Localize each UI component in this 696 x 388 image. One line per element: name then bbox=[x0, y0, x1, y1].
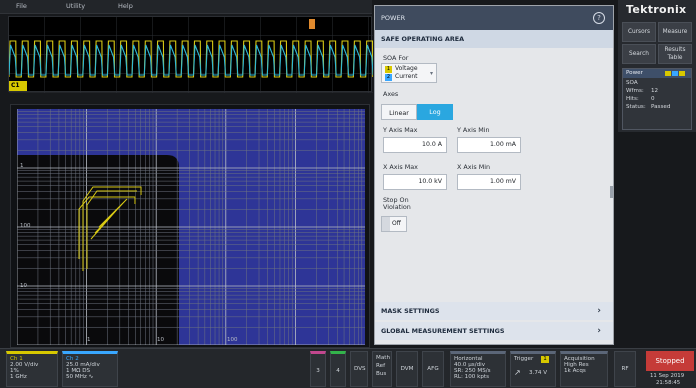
chevron-down-icon: ▾ bbox=[430, 70, 434, 77]
ch2-bandwidth: 50 MHz ∿ bbox=[66, 374, 94, 380]
trigger-source-badge: 1 bbox=[541, 356, 549, 363]
panel-header: POWER ? bbox=[375, 6, 613, 30]
channel-1-badge[interactable]: Ch 1 2.00 V/div 1% 1 GHz bbox=[6, 351, 58, 387]
stop-on-violation-value: Off bbox=[392, 220, 401, 227]
stop-on-violation-label: Stop On Violation bbox=[383, 196, 411, 211]
badge-status-label: Status: bbox=[626, 104, 646, 110]
badge-hits-label: Hits: bbox=[626, 96, 639, 102]
search-button[interactable]: Search bbox=[622, 44, 656, 64]
scope-screen: File Utility Help C1 1 100 10 1 10 100 P… bbox=[0, 0, 696, 388]
trigger-position-marker[interactable] bbox=[309, 19, 315, 29]
axes-linear-button[interactable]: Linear bbox=[381, 104, 417, 120]
brand-logo: Tektronix bbox=[626, 3, 687, 16]
channel-1-marker[interactable]: C1 bbox=[9, 81, 27, 91]
global-settings-row[interactable]: GLOBAL MEASUREMENT SETTINGS › bbox=[375, 322, 613, 340]
badge-hits-value: 0 bbox=[651, 96, 655, 102]
x-axis-min-label: X Axis Min bbox=[457, 163, 491, 171]
waveform-view[interactable]: C1 bbox=[8, 16, 374, 93]
channel-4-button[interactable]: 4 bbox=[330, 351, 346, 387]
help-circle-icon[interactable]: ? bbox=[593, 12, 605, 24]
soa-plot[interactable]: 1 100 10 1 10 100 bbox=[16, 109, 365, 346]
measure-button[interactable]: Measure bbox=[658, 22, 692, 42]
soa-plot-frame: 1 100 10 1 10 100 bbox=[10, 104, 370, 348]
channel-2-badge[interactable]: Ch 2 25.0 mA/div 1 MΩ DS 50 MHz ∿ bbox=[62, 351, 118, 387]
horizontal-record-length: RL: 100 kpts bbox=[454, 374, 490, 380]
rf-button[interactable]: RF bbox=[614, 351, 636, 387]
menubar: File Utility Help bbox=[0, 0, 372, 14]
channel-3-button[interactable]: 3 bbox=[310, 351, 326, 387]
y-axis-max-label: Y Axis Max bbox=[383, 126, 418, 134]
badge-status-value: Passed bbox=[651, 104, 671, 110]
rising-edge-icon: ↗ bbox=[514, 368, 521, 377]
mask-settings-label: MASK SETTINGS bbox=[381, 307, 440, 315]
panel-scroll-handle[interactable] bbox=[610, 186, 613, 198]
menu-file[interactable]: File bbox=[16, 2, 27, 10]
badge-wfms-value: 12 bbox=[651, 88, 659, 94]
right-column: Tektronix Cursors Measure Search Results… bbox=[618, 0, 696, 132]
add-math-ref-bus-button[interactable]: Math Ref Bus bbox=[372, 351, 392, 387]
x-tick-label: 10 bbox=[157, 337, 164, 343]
math-label: Math bbox=[376, 355, 390, 361]
dvs-button[interactable]: DVS bbox=[350, 351, 368, 387]
menu-utility[interactable]: Utility bbox=[66, 2, 85, 10]
ref-label: Ref bbox=[376, 363, 386, 369]
power-soa-panel: POWER ? SAFE OPERATING AREA SOA For 1 Vo… bbox=[374, 5, 614, 345]
soa-for-label: SOA For bbox=[383, 54, 409, 62]
x-tick-label: 1 bbox=[87, 337, 91, 343]
axes-label: Axes bbox=[383, 90, 399, 98]
badge-soa: SOA bbox=[626, 80, 638, 86]
x-axis-max-label: X Axis Max bbox=[383, 163, 418, 171]
x-axis-min-input[interactable]: 1.00 mV bbox=[457, 174, 521, 190]
y-axis-max-input[interactable]: 10.0 A bbox=[383, 137, 447, 153]
y-axis-min-input[interactable]: 1.00 mA bbox=[457, 137, 521, 153]
panel-title: POWER bbox=[381, 14, 406, 22]
ch1-bandwidth: 1 GHz bbox=[10, 374, 27, 380]
y-tick-label: 1 bbox=[20, 163, 24, 169]
badge-wfms-label: Wfms: bbox=[626, 88, 644, 94]
dvm-button[interactable]: DVM bbox=[396, 351, 418, 387]
chevron-right-icon: › bbox=[597, 326, 601, 336]
axes-log-button[interactable]: Log bbox=[417, 104, 453, 120]
y-tick-label: 10 bbox=[20, 283, 27, 289]
channel-1-badge: 1 bbox=[385, 66, 392, 73]
channel-2-badge: 2 bbox=[385, 74, 392, 81]
date-text: 11 Sep 2019 bbox=[650, 373, 685, 379]
horizontal-badge[interactable]: Horizontal 40.0 µs/div SR: 250 MS/s RL: … bbox=[450, 351, 506, 387]
trigger-level: 3.74 V bbox=[529, 370, 548, 376]
mask-settings-row[interactable]: MASK SETTINGS › bbox=[375, 302, 613, 320]
acquisition-badge[interactable]: Acquisition High Res 1k Acqs bbox=[560, 351, 608, 387]
time-text: 21:58:45 bbox=[656, 380, 681, 386]
results-table-button[interactable]: Results Table bbox=[658, 44, 692, 64]
y-axis-min-label: Y Axis Min bbox=[457, 126, 490, 134]
soa-plot-svg: 1 100 10 1 10 100 bbox=[16, 109, 365, 346]
x-axis-max-input[interactable]: 10.0 kV bbox=[383, 174, 447, 190]
cursors-button[interactable]: Cursors bbox=[622, 22, 656, 42]
afg-button[interactable]: AFG bbox=[422, 351, 444, 387]
x-tick-label: 100 bbox=[227, 337, 238, 343]
global-settings-label: GLOBAL MEASUREMENT SETTINGS bbox=[381, 327, 505, 335]
waveform-plot bbox=[8, 17, 374, 93]
trigger-badge[interactable]: Trigger 1 ↗ 3.74 V bbox=[510, 351, 556, 387]
bus-label: Bus bbox=[376, 371, 387, 377]
y-tick-label: 100 bbox=[20, 223, 31, 229]
chevron-right-icon: › bbox=[597, 306, 601, 316]
current-label: Current bbox=[395, 73, 418, 80]
acquisition-count: 1k Acqs bbox=[564, 368, 586, 374]
power-measurement-badge[interactable]: Power SOA Wfms: 12 Hits: 0 Status: Passe… bbox=[622, 68, 692, 130]
run-stop-status[interactable]: Stopped bbox=[646, 351, 694, 371]
bottom-bar: Ch 1 2.00 V/div 1% 1 GHz Ch 2 25.0 mA/di… bbox=[0, 348, 696, 388]
menu-help[interactable]: Help bbox=[118, 2, 133, 10]
section-safe-operating-area[interactable]: SAFE OPERATING AREA bbox=[375, 30, 613, 48]
badge-title: Power bbox=[626, 70, 643, 76]
soa-for-selector[interactable]: 1 Voltage 2 Current ▾ bbox=[381, 63, 437, 83]
stop-on-violation-toggle[interactable]: Off bbox=[381, 216, 407, 232]
voltage-label: Voltage bbox=[395, 65, 418, 72]
